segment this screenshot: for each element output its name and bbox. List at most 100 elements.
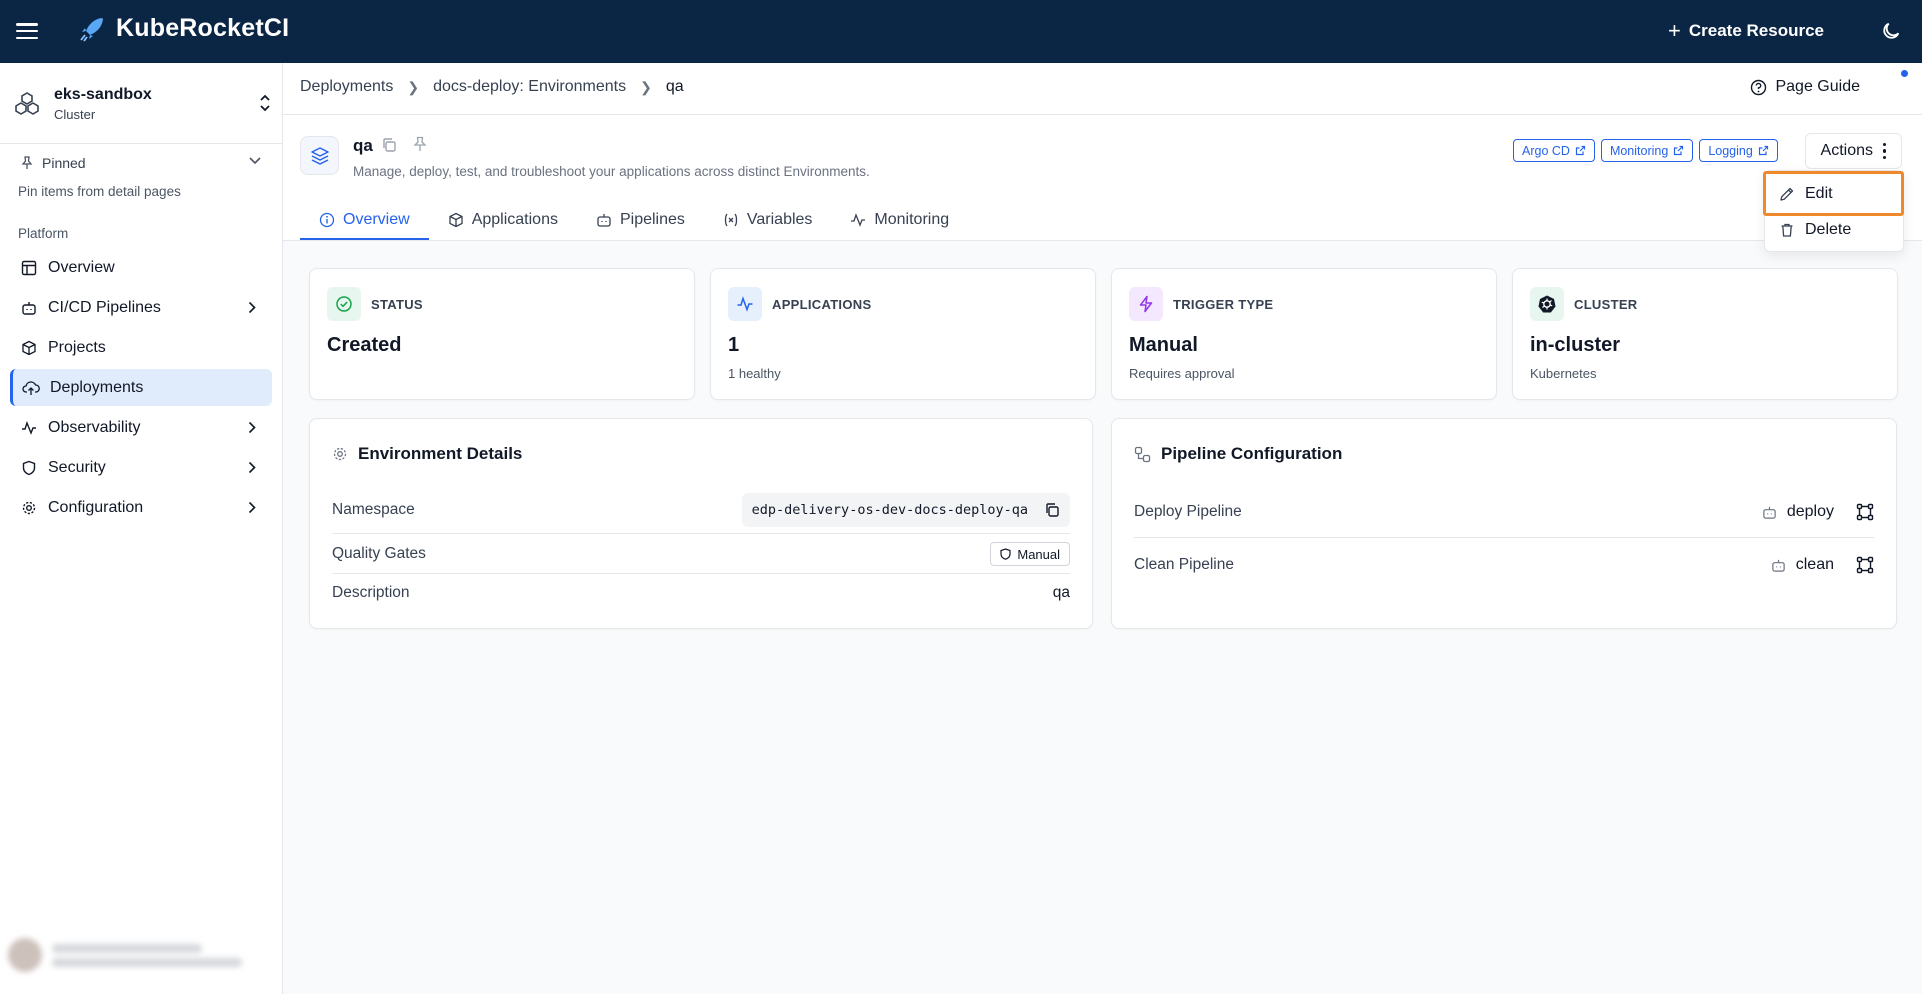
brand[interactable]: KubeRocketCI xyxy=(78,14,289,43)
sidebar-item-deployments[interactable]: Deployments xyxy=(10,369,272,406)
activity-icon xyxy=(851,213,866,227)
moon-icon[interactable] xyxy=(1880,20,1902,42)
notification-dot xyxy=(1901,70,1908,77)
create-resource-label: Create Resource xyxy=(1688,21,1824,40)
clean-pipeline-name[interactable]: clean xyxy=(1796,556,1834,574)
tab-label: Pipelines xyxy=(619,211,685,228)
workflow-icon xyxy=(1134,446,1151,462)
user-profile[interactable] xyxy=(8,930,270,980)
tab-label: Applications xyxy=(471,211,558,228)
sidebar-divider xyxy=(0,143,282,144)
copy-icon[interactable] xyxy=(1044,502,1060,518)
actions-menu: Edit Delete xyxy=(1764,170,1904,252)
cluster-selector[interactable]: eks-sandbox Cluster xyxy=(14,79,272,129)
tab-monitoring[interactable]: Monitoring xyxy=(831,200,968,240)
brand-name: KubeRocketCI xyxy=(116,14,290,42)
tab-variables[interactable]: Variables xyxy=(704,200,832,240)
row-divider xyxy=(1134,537,1874,538)
shield-icon xyxy=(1000,548,1011,560)
argocd-link[interactable]: Argo CD xyxy=(1513,139,1595,162)
external-link-icon xyxy=(1575,145,1586,156)
chevron-down-icon xyxy=(249,157,261,165)
external-link-icon xyxy=(1674,145,1684,156)
sidebar-item-projects[interactable]: Projects xyxy=(10,329,272,366)
tab-label: Overview xyxy=(343,211,410,228)
tab-label: Variables xyxy=(746,211,813,228)
sidebar-item-overview[interactable]: Overview xyxy=(10,249,272,286)
stat-label: APPLICATIONS xyxy=(772,297,872,312)
pinned-section-toggle[interactable]: Pinned xyxy=(20,151,262,175)
clean-pipeline-value: clean xyxy=(1771,556,1874,574)
description-value: qa xyxy=(1052,584,1070,601)
page-guide-label: Page Guide xyxy=(1775,78,1860,95)
sidebar-item-label: Projects xyxy=(48,338,106,356)
info-icon xyxy=(319,212,335,228)
row-divider xyxy=(332,533,1070,534)
activity-icon xyxy=(728,287,762,321)
bot-icon xyxy=(1772,559,1785,572)
bot-icon xyxy=(1763,506,1776,519)
sidebar-item-label: Configuration xyxy=(48,498,144,516)
delete-menu-item[interactable]: Delete xyxy=(1779,221,1851,239)
clean-pipeline-row: Clean Pipeline clean xyxy=(1134,550,1874,580)
edit-label: Edit xyxy=(1805,185,1833,202)
breadcrumb: Deployments ❯ docs-deploy: Environments … xyxy=(300,78,684,96)
environment-description: Manage, deploy, test, and troubleshoot y… xyxy=(353,164,870,179)
sidebar-item-security[interactable]: Security xyxy=(10,449,272,486)
stat-value: in-cluster xyxy=(1530,334,1621,356)
card-title-text: Pipeline Configuration xyxy=(1161,444,1343,463)
breadcrumb-link-deployments[interactable]: Deployments xyxy=(300,78,393,96)
namespace-label: Namespace xyxy=(332,501,415,518)
logging-link[interactable]: Logging xyxy=(1699,139,1778,162)
sidebar-nav: Overview CI/CD Pipelines Projects Deploy… xyxy=(10,249,272,529)
tabs-divider xyxy=(283,240,1922,241)
actions-button[interactable]: Actions xyxy=(1805,133,1902,169)
pipeline-graph-icon[interactable] xyxy=(1856,503,1874,521)
stat-subtext: Kubernetes xyxy=(1530,366,1597,381)
card-title-text: Environment Details xyxy=(358,444,523,463)
tab-overview[interactable]: Overview xyxy=(300,200,429,241)
breadcrumb-link-environments[interactable]: docs-deploy: Environments xyxy=(433,78,626,96)
description-label: Description xyxy=(332,584,410,601)
stat-value: Created xyxy=(327,334,402,356)
copy-icon[interactable] xyxy=(381,137,397,153)
pipeline-graph-icon[interactable] xyxy=(1856,556,1874,574)
argocd-link-label: Argo CD xyxy=(1522,143,1570,158)
box-icon xyxy=(20,339,38,357)
zap-icon xyxy=(1129,287,1163,321)
deploy-pipeline-name[interactable]: deploy xyxy=(1787,503,1834,521)
edit-menu-item[interactable]: Edit xyxy=(1779,185,1833,203)
create-resource-button[interactable]: + Create Resource xyxy=(1668,20,1824,42)
sidebar-item-label: Deployments xyxy=(50,378,144,396)
header-divider xyxy=(283,114,1922,115)
tab-applications[interactable]: Applications xyxy=(429,200,577,240)
tab-label: Monitoring xyxy=(874,211,950,228)
plus-icon: + xyxy=(1668,18,1681,43)
sidebar-item-label: Observability xyxy=(48,418,141,436)
tab-pipelines[interactable]: Pipelines xyxy=(577,200,704,240)
sidebar-item-observability[interactable]: Observability xyxy=(10,409,272,446)
environment-icon xyxy=(300,136,339,175)
cluster-subtitle: Cluster xyxy=(54,107,96,122)
sidebar-item-cicd-pipelines[interactable]: CI/CD Pipelines xyxy=(10,289,272,326)
trigger-type-card: TRIGGER TYPE Manual Requires approval xyxy=(1111,268,1497,400)
more-vertical-icon xyxy=(1882,142,1887,160)
menu-icon[interactable] xyxy=(16,20,38,42)
chevron-right-icon: ❯ xyxy=(407,78,420,95)
breadcrumb-current: qa xyxy=(665,78,684,95)
pin-icon xyxy=(21,156,33,169)
namespace-row: Namespace edp-delivery-os-dev-docs-deplo… xyxy=(332,493,1070,527)
shield-icon xyxy=(20,459,38,477)
top-bar: KubeRocketCI + Create Resource xyxy=(0,0,1922,63)
sidebar: eks-sandbox Cluster Pinned Pin items fro… xyxy=(0,63,283,994)
page-guide-button[interactable]: Page Guide xyxy=(1750,78,1860,96)
chevrons-up-down-icon xyxy=(260,94,270,112)
pin-icon[interactable] xyxy=(413,136,427,152)
sidebar-item-configuration[interactable]: Configuration xyxy=(10,489,272,526)
check-circle-icon xyxy=(327,287,361,321)
clean-pipeline-label: Clean Pipeline xyxy=(1134,556,1234,573)
monitoring-link[interactable]: Monitoring xyxy=(1600,139,1694,162)
stat-label: STATUS xyxy=(371,297,423,312)
namespace-value-box: edp-delivery-os-dev-docs-deploy-qa xyxy=(741,493,1070,527)
sidebar-item-label: Overview xyxy=(48,258,115,276)
